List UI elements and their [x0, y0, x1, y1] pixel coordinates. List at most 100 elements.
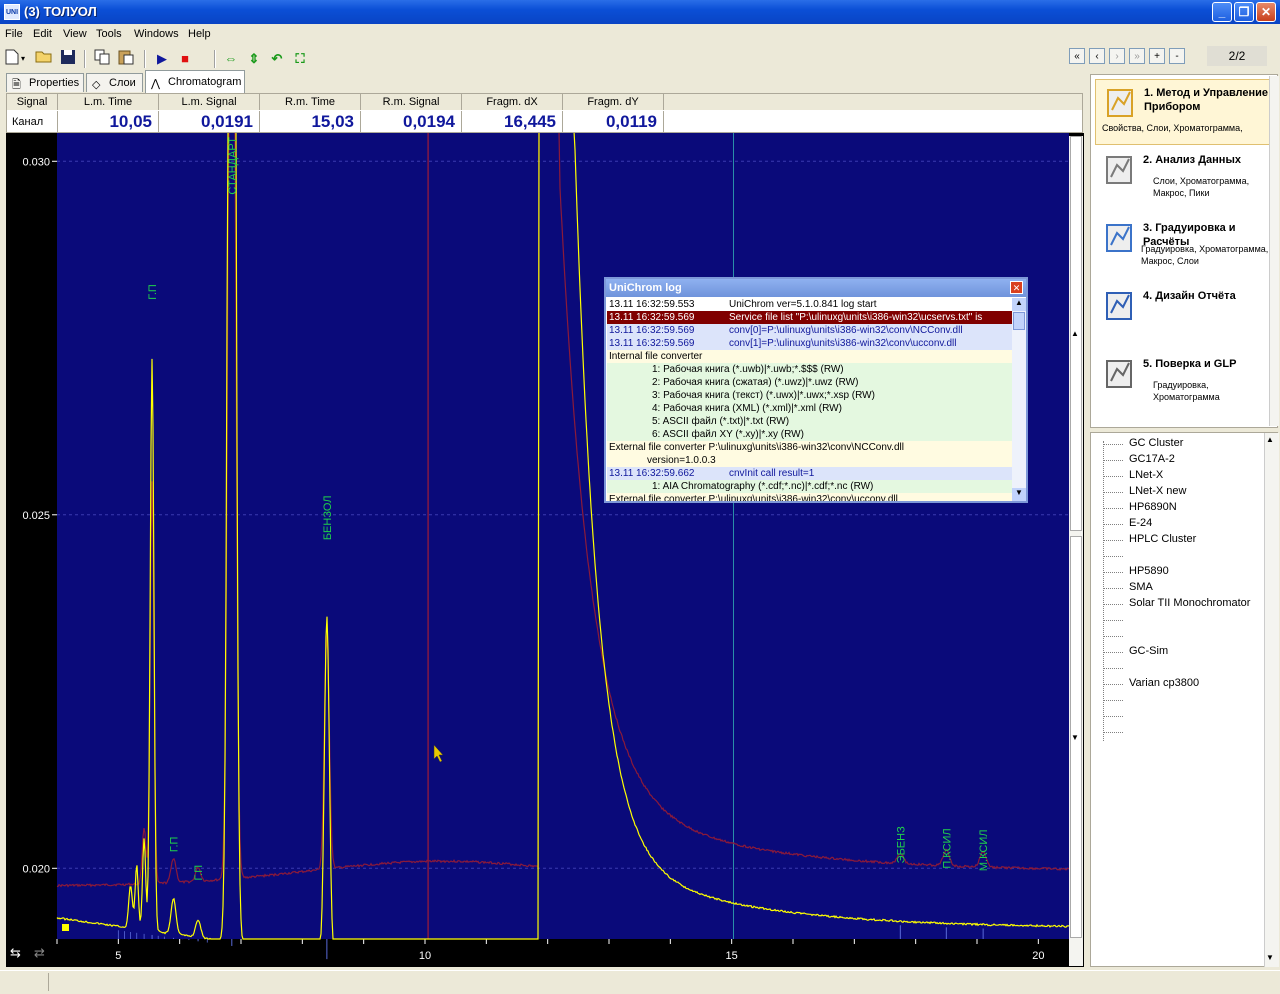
tree-connector — [1103, 556, 1123, 557]
fragm-dy-value: 0,0119 — [563, 111, 664, 132]
log-list[interactable]: 13.11 16:32:59.553 UniChrom ver=5.1.0.841… — [606, 298, 1012, 501]
maximize-button[interactable]: ❐ — [1234, 2, 1254, 22]
fit-horizontal-icon[interactable]: ⇔ — [221, 49, 241, 69]
log-row[interactable]: 2: Рабочая книга (сжатая) (*.uwz)|*.uwz … — [607, 376, 1012, 389]
fit-vertical-icon[interactable]: ⇕ — [244, 49, 264, 69]
log-message: cnvInit call result=1 — [729, 468, 815, 479]
log-row[interactable]: 13.11 16:32:59.569 conv[1]=P:\ulinuxg\uni… — [607, 337, 1012, 350]
tree-scrollbar[interactable]: ▲ ▼ — [1264, 433, 1279, 967]
tree-connector — [1103, 492, 1123, 493]
log-scroll-down-icon[interactable]: ▼ — [1012, 488, 1026, 501]
menu-bar: File Edit View Tools Windows Help — [0, 25, 1280, 45]
nav-add-button[interactable]: + — [1149, 48, 1165, 64]
chevron-down-icon[interactable]: ▾ — [18, 49, 28, 69]
tree-item[interactable]: Solar TII Monochromator — [1129, 597, 1250, 609]
workflow-item-3[interactable]: 3. Градуировка и Расчёты Градуировка, Хро… — [1095, 215, 1273, 281]
log-row[interactable]: External file converter P:\ulinuxg\units… — [607, 493, 1012, 501]
nav-prev-button[interactable]: ‹ — [1089, 48, 1105, 64]
play-icon[interactable]: ▶ — [152, 49, 172, 69]
undo-icon[interactable]: ↶ — [267, 49, 287, 69]
menu-tools[interactable]: Tools — [96, 28, 122, 40]
log-scroll-up-icon[interactable]: ▲ — [1012, 298, 1026, 311]
log-message: 1: Рабочая книга (*.uwb)|*.uwb;*.$$$ (RW… — [652, 364, 844, 375]
tree-item[interactable]: E-24 — [1129, 517, 1152, 529]
app-icon: UNI — [4, 4, 20, 20]
tree-item[interactable]: Varian cp3800 — [1129, 677, 1199, 689]
scroll-right-icon[interactable]: ⇄ — [34, 946, 45, 961]
save-icon[interactable] — [58, 49, 78, 69]
menu-windows[interactable]: Windows — [134, 28, 179, 40]
tree-scroll-down-icon[interactable]: ▼ — [1266, 953, 1274, 962]
log-scrollbar[interactable]: ▲ ▼ — [1012, 298, 1026, 501]
log-row[interactable]: version=1.0.0.3 — [607, 454, 1012, 467]
scroll-down-icon[interactable]: ▼ — [1071, 733, 1079, 742]
workflow-item-5[interactable]: 5. Поверка и GLP Градуировка, Хроматограм… — [1095, 351, 1273, 417]
instrument-tree[interactable]: GC Cluster GC17A-2 LNet-X LNet-X new HP6890N… — [1090, 432, 1278, 967]
nav-last-button[interactable]: » — [1129, 48, 1145, 64]
log-scroll-thumb[interactable] — [1013, 312, 1025, 330]
tree-item[interactable]: HP5890 — [1129, 565, 1169, 577]
nav-next-button[interactable]: › — [1109, 48, 1125, 64]
log-message: version=1.0.0.3 — [647, 455, 716, 466]
copy-icon[interactable] — [92, 49, 112, 69]
scroll-left-icon[interactable]: ⇆ — [10, 946, 21, 961]
workflow-item-1[interactable]: 1. Метод и Управление Прибором Свойства, … — [1095, 79, 1273, 145]
tree-connector — [1103, 700, 1123, 701]
scroll-up-icon[interactable]: ▲ — [1071, 329, 1079, 338]
stop-icon[interactable]: ■ — [175, 49, 195, 69]
col-header-fragm-dx: Fragm. dX — [462, 94, 563, 110]
workflow-step-title: 5. Поверка и GLP — [1143, 358, 1237, 370]
menu-view[interactable]: View — [63, 28, 87, 40]
chromatogram-plot[interactable]: 0.020 0.025 0.030 5 10 15 20 Г.П Г.П Г.П СТАНДАРТ Б… — [6, 133, 1084, 967]
chromatogram-canvas[interactable]: 0.020 0.025 0.030 5 10 15 20 Г.П Г.П Г.П СТАНДАРТ Б… — [6, 133, 1069, 967]
zoom-fit-icon[interactable]: ⛶ — [290, 49, 310, 69]
log-close-icon[interactable]: ✕ — [1010, 281, 1023, 294]
open-icon[interactable] — [34, 49, 54, 69]
menu-edit[interactable]: Edit — [33, 28, 52, 40]
workflow-step-title: 2. Анализ Данных — [1143, 154, 1241, 166]
tab-layers[interactable]: ◇ Слои — [86, 73, 143, 92]
nav-remove-button[interactable]: - — [1169, 48, 1185, 64]
tree-connector — [1103, 636, 1123, 637]
tree-item[interactable]: LNet-X new — [1129, 485, 1186, 497]
nav-first-button[interactable]: « — [1069, 48, 1085, 64]
workflow-step-subtitle: Градуировка, Хроматограмма, Макрос, Слои — [1141, 244, 1269, 266]
log-row[interactable]: External file converter P:\ulinuxg\units… — [607, 441, 1012, 454]
log-row[interactable]: 13.11 16:32:59.569 Service file list "P:\… — [607, 311, 1012, 324]
log-row[interactable]: Internal file converter — [607, 350, 1012, 363]
workflow-scrollbar[interactable] — [1269, 76, 1279, 426]
log-row[interactable]: 4: Рабочая книга (XML) (*.xml)|*.xml (RW… — [607, 402, 1012, 415]
log-timestamp: Internal file converter — [609, 351, 703, 362]
tree-scroll-up-icon[interactable]: ▲ — [1266, 435, 1274, 444]
workflow-item-2[interactable]: 2. Анализ Данных Слои, Хроматограмма, Мак… — [1095, 147, 1273, 213]
log-row[interactable]: 3: Рабочая книга (текст) (*.uwx)|*.uwx;*… — [607, 389, 1012, 402]
log-row[interactable]: 1: Рабочая книга (*.uwb)|*.uwb;*.$$$ (RW… — [607, 363, 1012, 376]
menu-help[interactable]: Help — [188, 28, 211, 40]
tree-item[interactable]: SMA — [1129, 581, 1153, 593]
close-button[interactable]: ✕ — [1256, 2, 1276, 22]
minimize-button[interactable]: _ — [1212, 2, 1232, 22]
tree-item[interactable]: GC Cluster — [1129, 437, 1183, 449]
measurement-table: Signal L.m. Time L.m. Signal R.m. Time R… — [6, 93, 1083, 150]
log-title[interactable]: UniChrom log — [606, 279, 1026, 297]
tab-chromatogram[interactable]: ⋀ Chromatogram — [145, 70, 245, 93]
log-message: 5: ASCII файл (*.txt)|*.txt (RW) — [652, 416, 790, 427]
tab-properties[interactable]: 🗎 Properties — [6, 73, 84, 92]
log-row[interactable]: 13.11 16:32:59.662 cnvInit call result=1 — [607, 467, 1012, 480]
tree-item[interactable]: GC17A-2 — [1129, 453, 1175, 465]
log-row[interactable]: 5: ASCII файл (*.txt)|*.txt (RW) — [607, 415, 1012, 428]
log-row[interactable]: 13.11 16:32:59.569 conv[0]=P:\ulinuxg\uni… — [607, 324, 1012, 337]
tree-item[interactable]: LNet-X — [1129, 469, 1163, 481]
tree-connector — [1103, 732, 1123, 733]
log-window[interactable]: UniChrom log ✕ 13.11 16:32:59.553 UniChro… — [604, 277, 1028, 503]
menu-file[interactable]: File — [5, 28, 23, 40]
tree-item[interactable]: GC-Sim — [1129, 645, 1168, 657]
log-row[interactable]: 13.11 16:32:59.553 UniChrom ver=5.1.0.841… — [607, 298, 1012, 311]
workflow-item-4[interactable]: 4. Дизайн Отчёта — [1095, 283, 1273, 349]
paste-icon[interactable] — [116, 49, 136, 69]
tree-item[interactable]: HPLC Cluster — [1129, 533, 1196, 545]
plot-scrollbar[interactable]: ▲ ▼ — [1069, 136, 1083, 966]
log-row[interactable]: 6: ASCII файл XY (*.xy)|*.xy (RW) — [607, 428, 1012, 441]
log-row[interactable]: 1: AIA Chromatography (*.cdf;*.nc)|*.cdf… — [607, 480, 1012, 493]
tree-item[interactable]: HP6890N — [1129, 501, 1177, 513]
